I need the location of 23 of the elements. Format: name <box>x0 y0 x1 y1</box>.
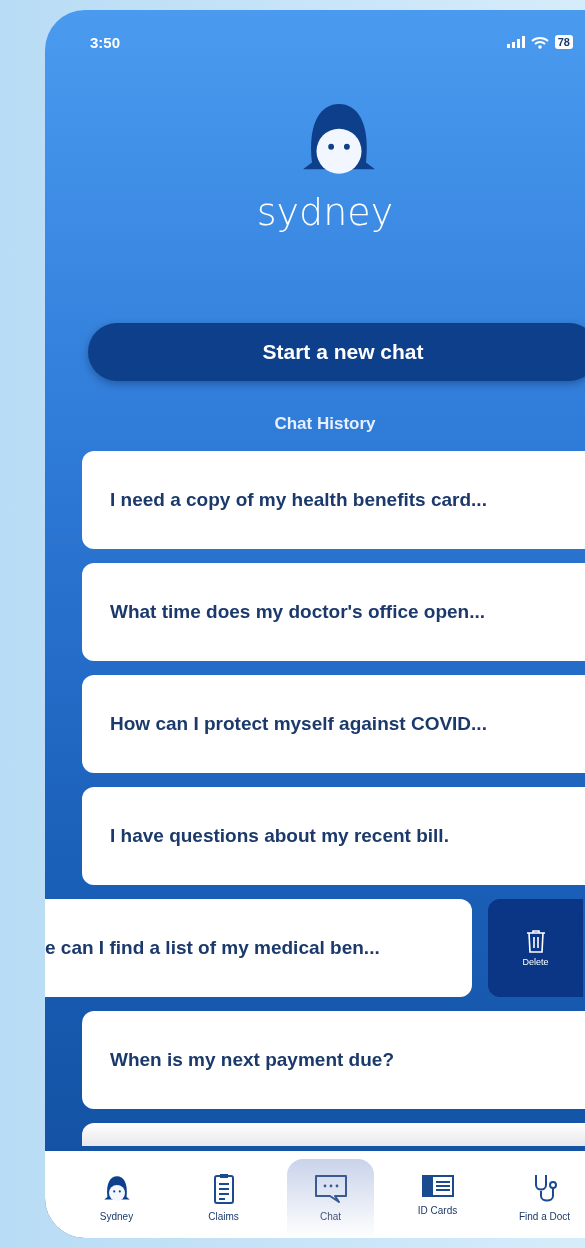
tab[interactable]: Sydney <box>73 1159 160 1238</box>
section-title: Chat History <box>273 415 377 433</box>
chat-card[interactable]: e can I find a list of my medical ben... <box>45 899 472 997</box>
tab[interactable]: Find a Doct <box>501 1159 585 1238</box>
trash-icon <box>525 929 546 953</box>
clipboard-icon <box>211 1173 236 1205</box>
brand-name: sydney <box>256 189 394 235</box>
chat-card[interactable]: I need a copy of my health benefits card... <box>82 451 585 549</box>
chat-card[interactable]: I have questions about my recent bill. <box>82 787 585 885</box>
chat-card[interactable]: When is my next payment due? <box>82 1011 585 1109</box>
wifi-icon <box>530 35 549 49</box>
chat-icon <box>312 1173 349 1205</box>
id-card-icon <box>421 1173 454 1199</box>
status-time: 3:50 <box>90 33 121 51</box>
chat-card[interactable]: What time does my doctor's office open... <box>82 563 585 661</box>
chat-card[interactable]: How can I protect myself against COVID... <box>82 675 585 773</box>
battery-level: 78 <box>554 35 573 49</box>
tab[interactable]: Claims <box>180 1159 267 1238</box>
new-chat-button[interactable]: Start a new chat <box>88 323 585 381</box>
signal-icon <box>506 36 525 48</box>
delete-button[interactable]: Delete <box>488 899 583 997</box>
chat-card[interactable] <box>82 1123 585 1146</box>
tab[interactable]: ID Cards <box>394 1159 481 1238</box>
